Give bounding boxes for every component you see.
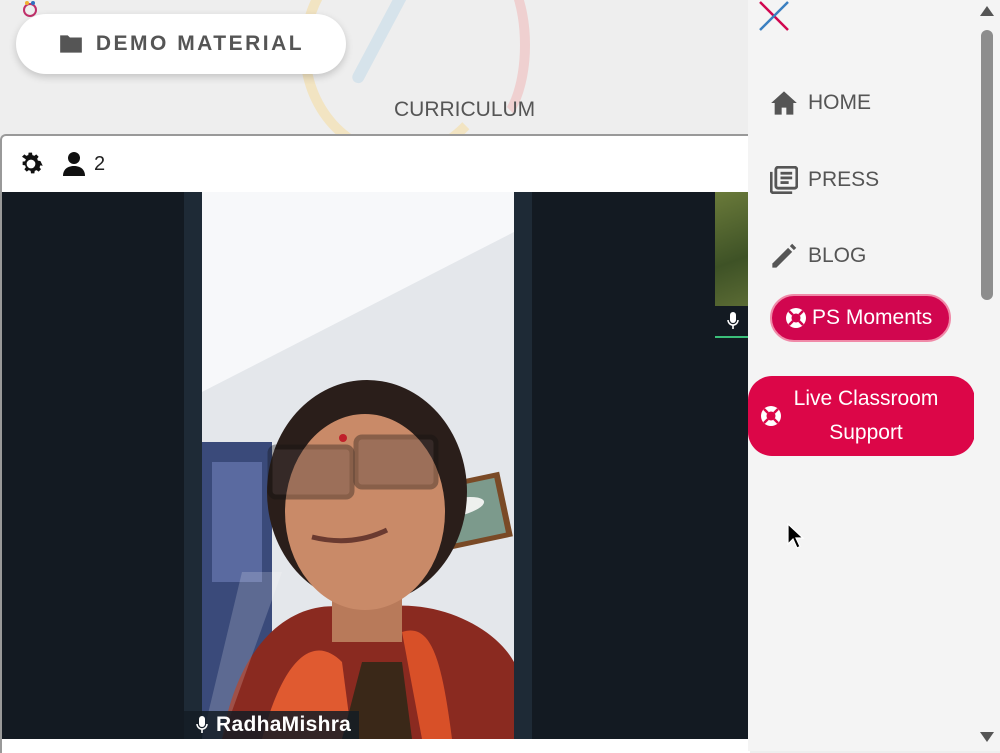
scrollbar-thumb[interactable]	[981, 30, 993, 300]
participant-name-tag: RadhaMishra	[184, 711, 360, 739]
participant-count: 2	[94, 152, 106, 175]
video-stage: RadhaMishra	[2, 192, 750, 739]
pencil-icon	[772, 243, 797, 268]
demo-material-label: DEMO MATERIAL	[95, 32, 305, 55]
sidebar-item-press[interactable]: PRESS	[770, 166, 879, 194]
sidebar-item-blog[interactable]: BLOG	[770, 242, 866, 270]
newspaper-icon	[770, 166, 798, 194]
microphone-icon	[726, 312, 739, 329]
secondary-video-thumbnail[interactable]	[715, 192, 750, 338]
settings-gear-icon[interactable]	[16, 149, 46, 179]
participant-video	[202, 192, 514, 739]
lifebuoy-icon	[786, 308, 806, 328]
folder-icon	[60, 35, 82, 53]
scroll-down-arrow-icon[interactable]	[980, 732, 994, 742]
live-classroom-support-button[interactable]: Live Classroom Support	[748, 376, 975, 456]
lifebuoy-icon	[761, 406, 781, 426]
curriculum-link[interactable]: CURRICULUM	[394, 98, 535, 122]
ps-moments-label: PS Moments	[812, 306, 933, 329]
ps-moments-button[interactable]: PS Moments	[770, 294, 951, 342]
sidebar-item-label: BLOG	[808, 244, 867, 267]
thumbnail-video	[715, 192, 750, 306]
participant-name: RadhaMishra	[216, 713, 352, 736]
sidebar-item-home[interactable]: HOME	[770, 90, 871, 116]
video-toolbar: 2	[2, 136, 750, 192]
video-panel: 2 RadhaMishra	[0, 134, 750, 753]
scroll-up-arrow-icon[interactable]	[980, 6, 994, 16]
microphone-icon	[196, 716, 208, 733]
home-icon	[771, 91, 797, 115]
main-video-tile[interactable]: RadhaMishra	[184, 192, 532, 739]
participants-icon[interactable]	[62, 151, 86, 177]
mouse-cursor-icon	[787, 523, 805, 549]
sidebar-item-label: HOME	[808, 91, 871, 114]
participant-video-frame	[202, 192, 514, 739]
demo-material-button[interactable]: DEMO MATERIAL	[16, 14, 346, 74]
close-icon[interactable]	[758, 0, 790, 32]
sidebar-item-label: PRESS	[808, 168, 880, 191]
live-classroom-support-label: Live Classroom Support	[793, 387, 939, 444]
